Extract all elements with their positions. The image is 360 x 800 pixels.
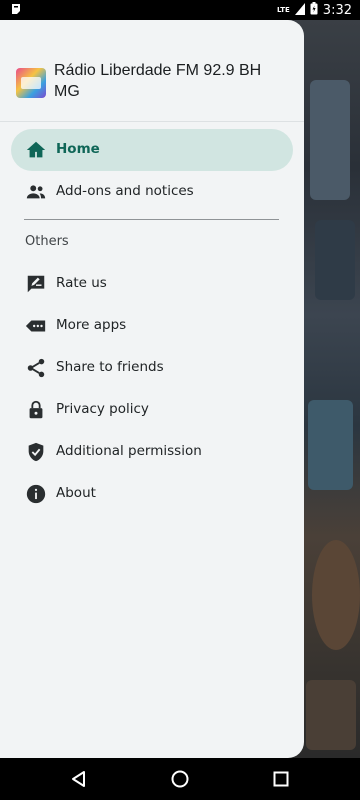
nav-item-label: Add-ons and notices: [56, 183, 194, 199]
system-navigation-bar: [0, 758, 360, 800]
nav-item-label: About: [56, 485, 96, 501]
nav-item-share[interactable]: Share to friends: [11, 347, 293, 389]
nav-item-rate-us[interactable]: Rate us: [11, 263, 293, 305]
nav-item-label: Home: [56, 141, 100, 157]
app-title: Rádio Liberdade FM 92.9 BH MG: [54, 62, 262, 100]
status-bar: LTE 3:32: [0, 0, 360, 20]
drawer-header: Rádio Liberdade FM 92.9 BH MG: [0, 20, 304, 122]
group-icon: [25, 181, 47, 203]
navigation-drawer: Rádio Liberdade FM 92.9 BH MG Home Add-o…: [0, 20, 304, 758]
nav-item-label: Rate us: [56, 275, 107, 291]
info-icon: [25, 483, 47, 505]
network-type-label: LTE: [276, 5, 290, 14]
home-icon: [25, 139, 47, 161]
more-apps-icon: [25, 315, 47, 337]
nav-item-additional-permission[interactable]: Additional permission: [11, 431, 293, 473]
back-icon[interactable]: [69, 769, 89, 789]
app-logo: [16, 68, 46, 98]
nav-item-about[interactable]: About: [11, 473, 293, 515]
clock: 3:32: [322, 2, 352, 18]
nav-item-label: Privacy policy: [56, 401, 149, 417]
nav-item-label: Share to friends: [56, 359, 164, 375]
share-icon: [25, 357, 47, 379]
nav-item-privacy-policy[interactable]: Privacy policy: [11, 389, 293, 431]
notification-icon: [10, 3, 22, 18]
divider: [24, 219, 279, 220]
rate-icon: [25, 273, 47, 295]
battery-icon: [310, 2, 318, 18]
shield-icon: [25, 441, 47, 463]
lock-icon: [25, 399, 47, 421]
recents-icon[interactable]: [271, 769, 291, 789]
nav-item-more-apps[interactable]: More apps: [11, 305, 293, 347]
signal-icon: [294, 2, 305, 18]
nav-item-addons[interactable]: Add-ons and notices: [11, 171, 293, 213]
nav-item-label: Additional permission: [56, 443, 202, 459]
home-circle-icon[interactable]: [170, 769, 190, 789]
nav-item-label: More apps: [56, 317, 127, 333]
nav-item-home[interactable]: Home: [11, 129, 293, 171]
section-label-others: Others: [25, 234, 69, 249]
